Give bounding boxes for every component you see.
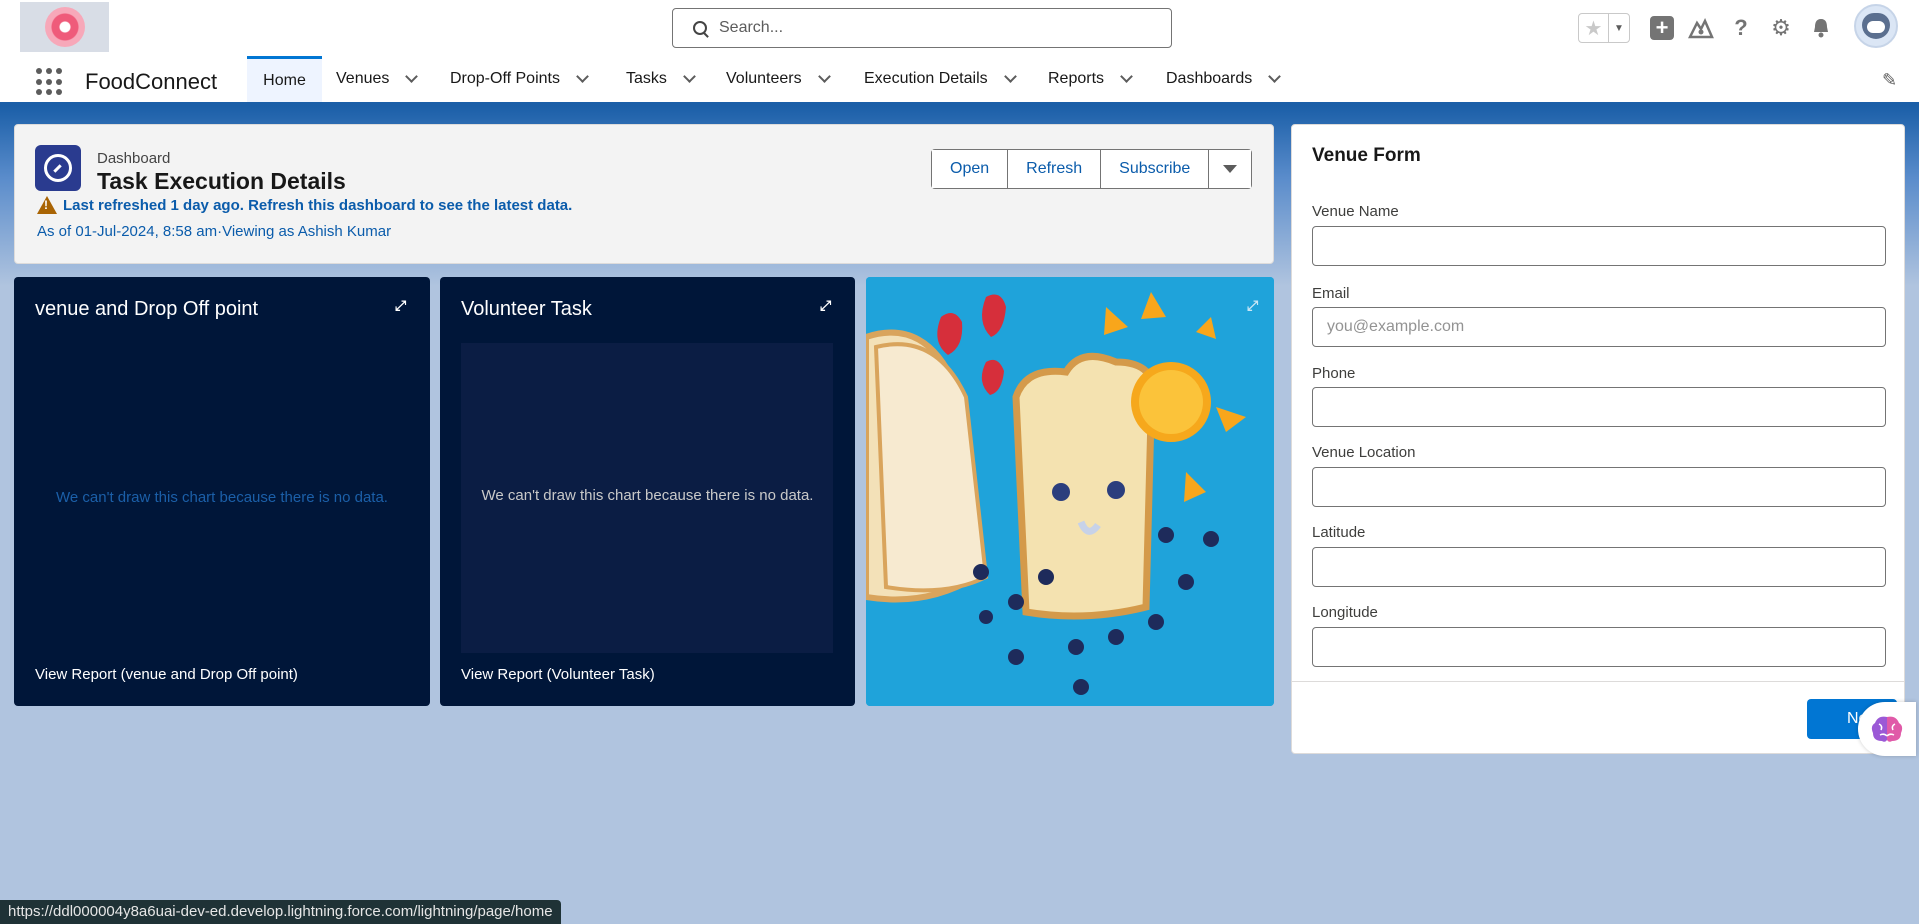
trailhead-icon <box>1688 18 1714 39</box>
widget-title: Volunteer Task <box>461 298 592 320</box>
tab-label: Venues <box>336 70 390 87</box>
tab-venues[interactable]: Venues <box>336 56 419 102</box>
view-report-link[interactable]: View Report (venue and Drop Off point) <box>35 666 298 683</box>
favorites-dropdown-icon[interactable]: ▼ <box>1607 14 1629 42</box>
global-search[interactable] <box>672 8 1172 48</box>
user-avatar[interactable] <box>1854 4 1898 48</box>
tab-label: Execution Details <box>864 70 988 87</box>
star-icon[interactable]: ★ <box>1579 14 1608 42</box>
subscribe-button[interactable]: Subscribe <box>1101 150 1210 188</box>
venue-name-input[interactable] <box>1312 226 1886 266</box>
gear-icon: ⚙ <box>1771 15 1791 40</box>
help-icon: ? <box>1734 15 1748 40</box>
plus-icon: + <box>1650 16 1674 40</box>
tab-execution-details[interactable]: Execution Details <box>864 56 1017 102</box>
refresh-button[interactable]: Refresh <box>1008 150 1102 188</box>
latitude-input[interactable] <box>1312 547 1886 587</box>
setup-button[interactable]: ⚙ <box>1767 14 1795 42</box>
bread-fruit-illustration <box>866 277 1274 706</box>
venue-location-label: Venue Location <box>1312 444 1416 461</box>
app-name: FoodConnect <box>85 69 218 94</box>
astro-avatar-icon <box>1862 13 1890 39</box>
dashboard-title: Task Execution Details <box>97 168 346 194</box>
dashboard-header: Dashboard Task Execution Details Last re… <box>14 124 1274 264</box>
dashboard-actions: Open Refresh Subscribe <box>931 149 1253 189</box>
widget-volunteer-task: Volunteer Task ⤢ We can't draw this char… <box>440 277 855 706</box>
food-image-widget: ⤢ <box>866 277 1274 706</box>
dashboard-icon <box>35 145 81 191</box>
venue-name-label: Venue Name <box>1312 203 1399 220</box>
status-bar-url: https://ddl000004y8a6uai-dev-ed.develop.… <box>0 900 561 924</box>
email-input[interactable] <box>1312 307 1886 347</box>
phone-label: Phone <box>1312 365 1356 382</box>
org-logo[interactable] <box>20 2 109 52</box>
widget-venue-drop-off: venue and Drop Off point ⤢ We can't draw… <box>14 277 430 706</box>
open-button[interactable]: Open <box>932 150 1009 188</box>
tab-drop-off-points[interactable]: Drop-Off Points <box>450 56 589 102</box>
tab-home[interactable]: Home <box>247 56 322 102</box>
tab-label: Dashboards <box>1166 70 1253 87</box>
phone-input[interactable] <box>1312 387 1886 427</box>
tab-label: Volunteers <box>726 70 802 87</box>
chevron-down-icon[interactable] <box>817 70 831 83</box>
search-input[interactable] <box>719 19 1139 37</box>
form-divider <box>1292 681 1904 682</box>
latitude-label: Latitude <box>1312 524 1366 541</box>
tab-volunteers[interactable]: Volunteers <box>726 56 831 102</box>
chevron-down-icon <box>1223 165 1238 173</box>
chevron-down-icon[interactable] <box>405 70 419 83</box>
trailhead-button[interactable] <box>1687 14 1715 42</box>
tab-label: Home <box>263 71 306 89</box>
expand-icon[interactable]: ⤢ <box>820 297 836 313</box>
view-report-link[interactable]: View Report (Volunteer Task) <box>461 666 655 683</box>
app-launcher-icon[interactable] <box>36 68 64 96</box>
tab-dashboards[interactable]: Dashboards <box>1166 56 1282 102</box>
chevron-down-icon[interactable] <box>576 70 589 83</box>
bell-icon <box>1814 19 1828 38</box>
more-actions-button[interactable] <box>1209 150 1252 188</box>
tab-reports[interactable]: Reports <box>1048 56 1133 102</box>
edit-nav-pencil-icon[interactable]: ✎ <box>1882 70 1897 91</box>
dashboard-label: Dashboard <box>97 150 171 167</box>
warning-icon <box>37 196 57 214</box>
app-nav: FoodConnect Home Venues Drop-Off Points … <box>0 56 1919 106</box>
warning-text[interactable]: Last refreshed 1 day ago. Refresh this d… <box>63 197 572 214</box>
widget-title: venue and Drop Off point <box>35 298 259 320</box>
no-data-message: We can't draw this chart because there i… <box>56 489 388 506</box>
longitude-input[interactable] <box>1312 627 1886 667</box>
chevron-down-icon[interactable] <box>1003 70 1017 83</box>
no-data-message: We can't draw this chart because there i… <box>481 487 814 504</box>
tab-label: Tasks <box>626 70 667 87</box>
global-header: ★ ▼ + ? ⚙ <box>0 0 1919 56</box>
chevron-down-icon[interactable] <box>1120 70 1133 83</box>
chevron-down-icon[interactable] <box>683 70 696 83</box>
global-actions-button[interactable]: + <box>1648 14 1676 42</box>
brain-icon <box>1871 716 1903 742</box>
notifications-button[interactable] <box>1807 14 1835 42</box>
ai-assistant-button[interactable] <box>1858 702 1916 756</box>
as-of-text: As of 01-Jul-2024, 8:58 am·Viewing as As… <box>37 223 392 240</box>
venue-form: Venue Form Venue Name Email Phone Venue … <box>1291 124 1905 754</box>
tab-label: Reports <box>1048 70 1105 87</box>
form-title: Venue Form <box>1312 145 1421 166</box>
expand-icon[interactable]: ⤢ <box>395 297 411 313</box>
venue-location-input[interactable] <box>1312 467 1886 507</box>
expand-icon[interactable]: ⤢ <box>1247 297 1263 313</box>
donut-logo-icon <box>44 7 85 47</box>
longitude-label: Longitude <box>1312 604 1378 621</box>
refresh-warning: Last refreshed 1 day ago. Refresh this d… <box>37 196 572 214</box>
favorites-control[interactable]: ★ ▼ <box>1578 13 1630 43</box>
help-button[interactable]: ? <box>1727 14 1755 42</box>
email-label: Email <box>1312 285 1350 302</box>
chevron-down-icon[interactable] <box>1268 70 1282 83</box>
search-icon <box>693 21 707 35</box>
tab-tasks[interactable]: Tasks <box>626 56 696 102</box>
tab-label: Drop-Off Points <box>450 70 560 87</box>
